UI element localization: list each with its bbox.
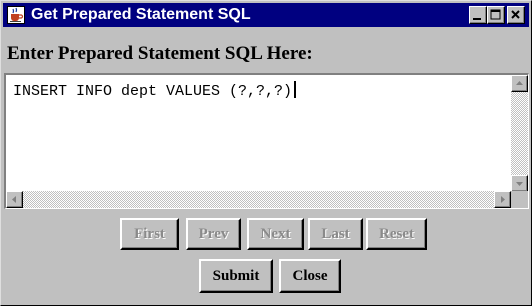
submit-button[interactable]: Submit (199, 259, 273, 293)
close-button[interactable]: Close (279, 259, 341, 293)
first-button[interactable]: First (120, 218, 179, 250)
close-icon (511, 10, 520, 19)
close-window-button[interactable] (507, 6, 525, 24)
window-title: Get Prepared Statement SQL (31, 6, 251, 23)
scroll-right-button[interactable] (494, 191, 511, 208)
sql-text[interactable]: INSERT INFO dept VALUES (?,?,?) (13, 81, 297, 101)
arrow-down-icon (516, 182, 523, 186)
reset-button[interactable]: Reset (366, 218, 427, 250)
next-button[interactable]: Next (247, 218, 304, 250)
prompt-label: Enter Prepared Statement SQL Here: (7, 43, 313, 64)
last-button[interactable]: Last (308, 218, 363, 250)
sql-value: INSERT INFO dept VALUES (?,?,?) (13, 83, 293, 100)
scroll-left-button[interactable] (6, 191, 23, 208)
scroll-up-button[interactable] (511, 75, 528, 92)
java-cup-icon[interactable] (7, 6, 25, 24)
title-bar[interactable]: Get Prepared Statement SQL (3, 3, 529, 27)
dialog-window: Get Prepared Statement SQL Enter Prepare… (0, 0, 532, 306)
arrow-left-icon (12, 196, 16, 203)
text-caret (294, 81, 297, 98)
vertical-scrollbar[interactable] (511, 75, 528, 192)
sql-text-area[interactable]: INSERT INFO dept VALUES (?,?,?) (4, 73, 529, 209)
scrollbar-corner (511, 191, 528, 208)
arrow-up-icon (516, 81, 523, 85)
maximize-icon (490, 9, 501, 20)
arrow-right-icon (501, 196, 505, 203)
minimize-button[interactable] (469, 6, 487, 24)
maximize-button[interactable] (487, 6, 505, 24)
scroll-down-button[interactable] (511, 175, 528, 192)
prev-button[interactable]: Prev (186, 218, 241, 250)
minimize-icon (473, 18, 481, 20)
horizontal-scrollbar[interactable] (6, 191, 511, 208)
